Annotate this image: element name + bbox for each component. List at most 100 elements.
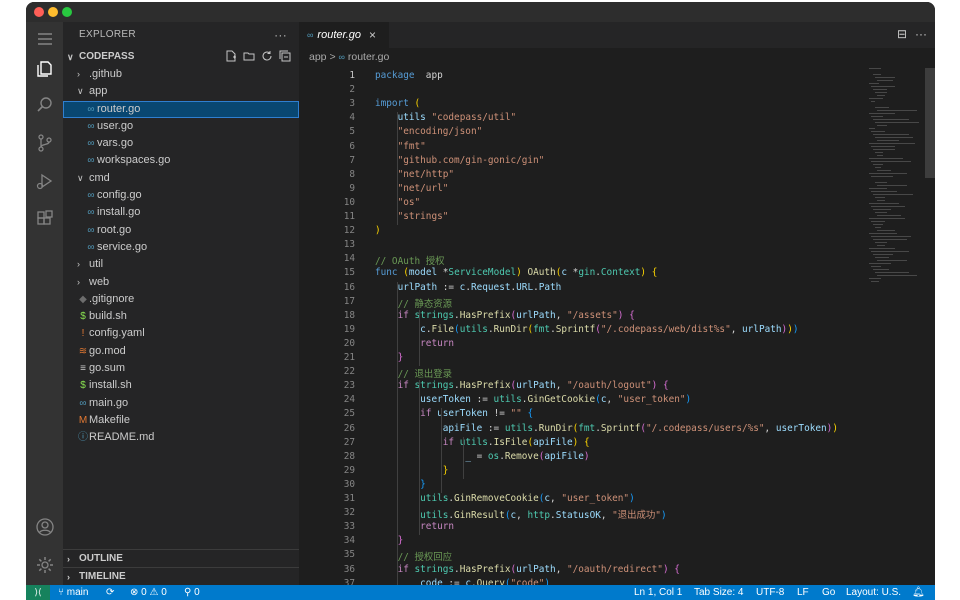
line-number: 6: [349, 140, 355, 152]
zoom-window-button[interactable]: [62, 7, 72, 17]
close-tab-icon[interactable]: ×: [369, 28, 376, 42]
tree-item-label: README.md: [89, 431, 155, 444]
chevron-right-icon: ›: [77, 259, 80, 270]
tab-size[interactable]: Tab Size: 4: [694, 585, 743, 600]
file-item[interactable]: ∞ main.go: [63, 395, 299, 412]
keyboard-layout[interactable]: Layout: U.S.: [846, 585, 901, 600]
file-item[interactable]: ∞ router.go: [63, 100, 299, 118]
tree-item-label: user.go: [97, 119, 134, 132]
line-number: 37: [343, 577, 355, 585]
sync-icon[interactable]: ⟳: [106, 585, 114, 600]
code-line: "fmt": [375, 141, 426, 152]
file-item[interactable]: ∞ config.go: [63, 187, 299, 204]
breadcrumb-file[interactable]: router.go: [348, 51, 389, 63]
timeline-section[interactable]: › TIMELINE: [63, 567, 299, 585]
minimap-line: [875, 242, 887, 243]
vertical-scrollbar[interactable]: [925, 68, 935, 178]
problems-status[interactable]: ⊗ 0 ⚠ 0: [130, 585, 167, 600]
explorer-icon[interactable]: [34, 58, 56, 80]
code-token: {: [651, 267, 658, 279]
minimap-line: [875, 182, 887, 183]
ports-status[interactable]: ⚲ 0: [184, 585, 200, 600]
encoding[interactable]: UTF-8: [756, 585, 784, 600]
code-line: if utils.IsFile(apiFile) {: [375, 437, 590, 448]
file-item[interactable]: $ build.sh: [63, 308, 299, 325]
code-token: :=: [482, 422, 505, 434]
breadcrumb-folder[interactable]: app: [309, 51, 327, 63]
minimap-line: [871, 161, 911, 162]
search-icon[interactable]: [34, 94, 56, 116]
split-editor-icon[interactable]: ⊟: [897, 27, 907, 41]
new-folder-icon[interactable]: [243, 50, 255, 62]
folder-item[interactable]: › web: [63, 274, 299, 291]
outline-section[interactable]: › OUTLINE: [63, 549, 299, 567]
folder-item[interactable]: ∨ cmd: [63, 170, 299, 187]
line-ending[interactable]: LF: [797, 585, 809, 600]
code-token: HasPrefix: [459, 380, 511, 392]
file-item[interactable]: ∞ user.go: [63, 118, 299, 135]
code-token: userToken: [437, 408, 488, 420]
folder-item[interactable]: › .github: [63, 66, 299, 83]
indent-guide: [397, 281, 398, 585]
minimap-line: [875, 92, 887, 93]
file-item[interactable]: $ install.sh: [63, 377, 299, 394]
more-actions-icon[interactable]: ···: [274, 22, 287, 48]
line-number: 9: [349, 182, 355, 194]
chevron-right-icon: ›: [77, 276, 80, 287]
file-item[interactable]: ∞ vars.go: [63, 135, 299, 152]
run-debug-icon[interactable]: [34, 170, 56, 192]
minimap-line: [873, 134, 909, 135]
file-item[interactable]: ∞ root.go: [63, 222, 299, 239]
code-token: http: [527, 510, 551, 522]
ports-count: 0: [194, 587, 200, 598]
minimap-line: [877, 125, 887, 126]
code-token: RunDir: [493, 323, 528, 335]
tree-item-label: service.go: [97, 240, 148, 253]
minimap-line: [871, 266, 881, 267]
menu-icon[interactable]: [34, 28, 56, 50]
minimap-line: [877, 110, 917, 111]
file-item[interactable]: ! config.yaml: [63, 325, 299, 342]
source-control-icon[interactable]: [34, 132, 56, 154]
code-token: ): [685, 394, 692, 406]
collapse-all-icon[interactable]: [279, 50, 291, 62]
close-window-button[interactable]: [34, 7, 44, 17]
line-number: 15: [343, 267, 355, 279]
code-token: app: [414, 70, 443, 81]
tab-router-go[interactable]: ∞ router.go ×: [299, 22, 389, 48]
minimap[interactable]: [869, 68, 925, 298]
notifications-bell-icon[interactable]: 🔔︎: [912, 585, 925, 600]
cursor-position[interactable]: Ln 1, Col 1: [634, 585, 682, 600]
code-editor[interactable]: 1 package app 2 3 import (4 utils "codepass/…: [299, 68, 859, 585]
go-file-icon: ∞: [87, 190, 95, 202]
code-token: return: [420, 337, 455, 349]
account-icon[interactable]: [34, 516, 56, 538]
code-token: utils: [420, 510, 449, 522]
code-token: ,: [555, 563, 567, 575]
new-file-icon[interactable]: [225, 50, 237, 62]
editor-more-icon[interactable]: ···: [915, 27, 927, 41]
file-item[interactable]: ≡ go.sum: [63, 360, 299, 377]
refresh-icon[interactable]: [261, 50, 273, 62]
file-item[interactable]: ⓘ README.md: [63, 429, 299, 446]
project-folder-row[interactable]: ∨ CODEPASS: [63, 48, 299, 66]
file-item[interactable]: ≋ go.mod: [63, 343, 299, 360]
file-item[interactable]: ◆ .gitignore: [63, 291, 299, 308]
branch-status[interactable]: ⑂ main: [58, 585, 88, 600]
file-item[interactable]: M Makefile: [63, 412, 299, 429]
line-number: 10: [343, 196, 355, 208]
language-mode[interactable]: Go: [822, 585, 835, 600]
file-item[interactable]: ∞ install.go: [63, 204, 299, 221]
code-token: {: [583, 436, 590, 448]
folder-item[interactable]: › util: [63, 256, 299, 273]
tree-item-label: vars.go: [97, 137, 134, 150]
file-item[interactable]: ∞ workspaces.go: [63, 152, 299, 169]
extensions-icon[interactable]: [34, 208, 56, 230]
settings-gear-icon[interactable]: [34, 554, 56, 576]
file-item[interactable]: ∞ service.go: [63, 239, 299, 256]
minimize-window-button[interactable]: [48, 7, 58, 17]
folder-item[interactable]: ∨ app: [63, 83, 299, 100]
code-token: URL: [516, 281, 534, 293]
remote-indicator-icon[interactable]: ⟩⟨: [26, 585, 50, 600]
